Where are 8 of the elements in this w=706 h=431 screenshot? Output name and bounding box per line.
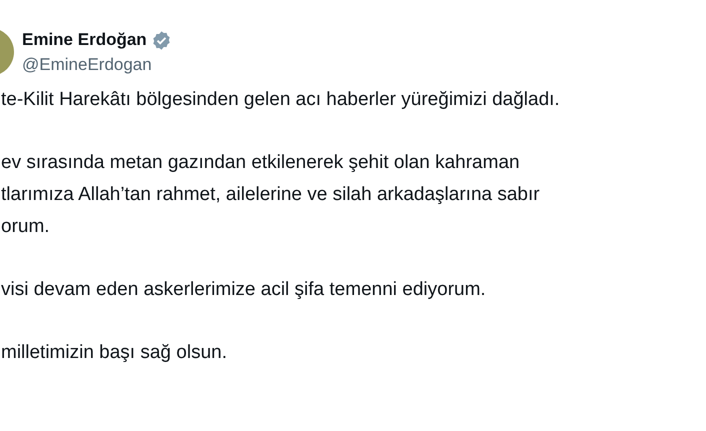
tweet-text-line: milletimizin başı sağ olsun. <box>1 341 228 364</box>
tweet-text-line: tlarımıza Allah’tan rahmet, ailelerine ve silah arkadaşlarına sabır <box>1 183 541 206</box>
author-name[interactable]: Emine Erdoğan <box>22 30 147 50</box>
tweet-text-line: ev sırasında metan gazından etkilenerek şehit olan kahraman <box>1 151 521 174</box>
author-handle[interactable]: @EmineErdogan <box>22 54 172 74</box>
tweet-text-line: te-Kilit Harekâtı bölgesinden gelen acı haberler yüreğimizi dağladı. <box>1 88 561 111</box>
tweet-text-line: visi devam eden askerlerimize acil şifa temenni ediyorum. <box>1 278 487 301</box>
tweet-text-line: orum. <box>1 215 51 238</box>
